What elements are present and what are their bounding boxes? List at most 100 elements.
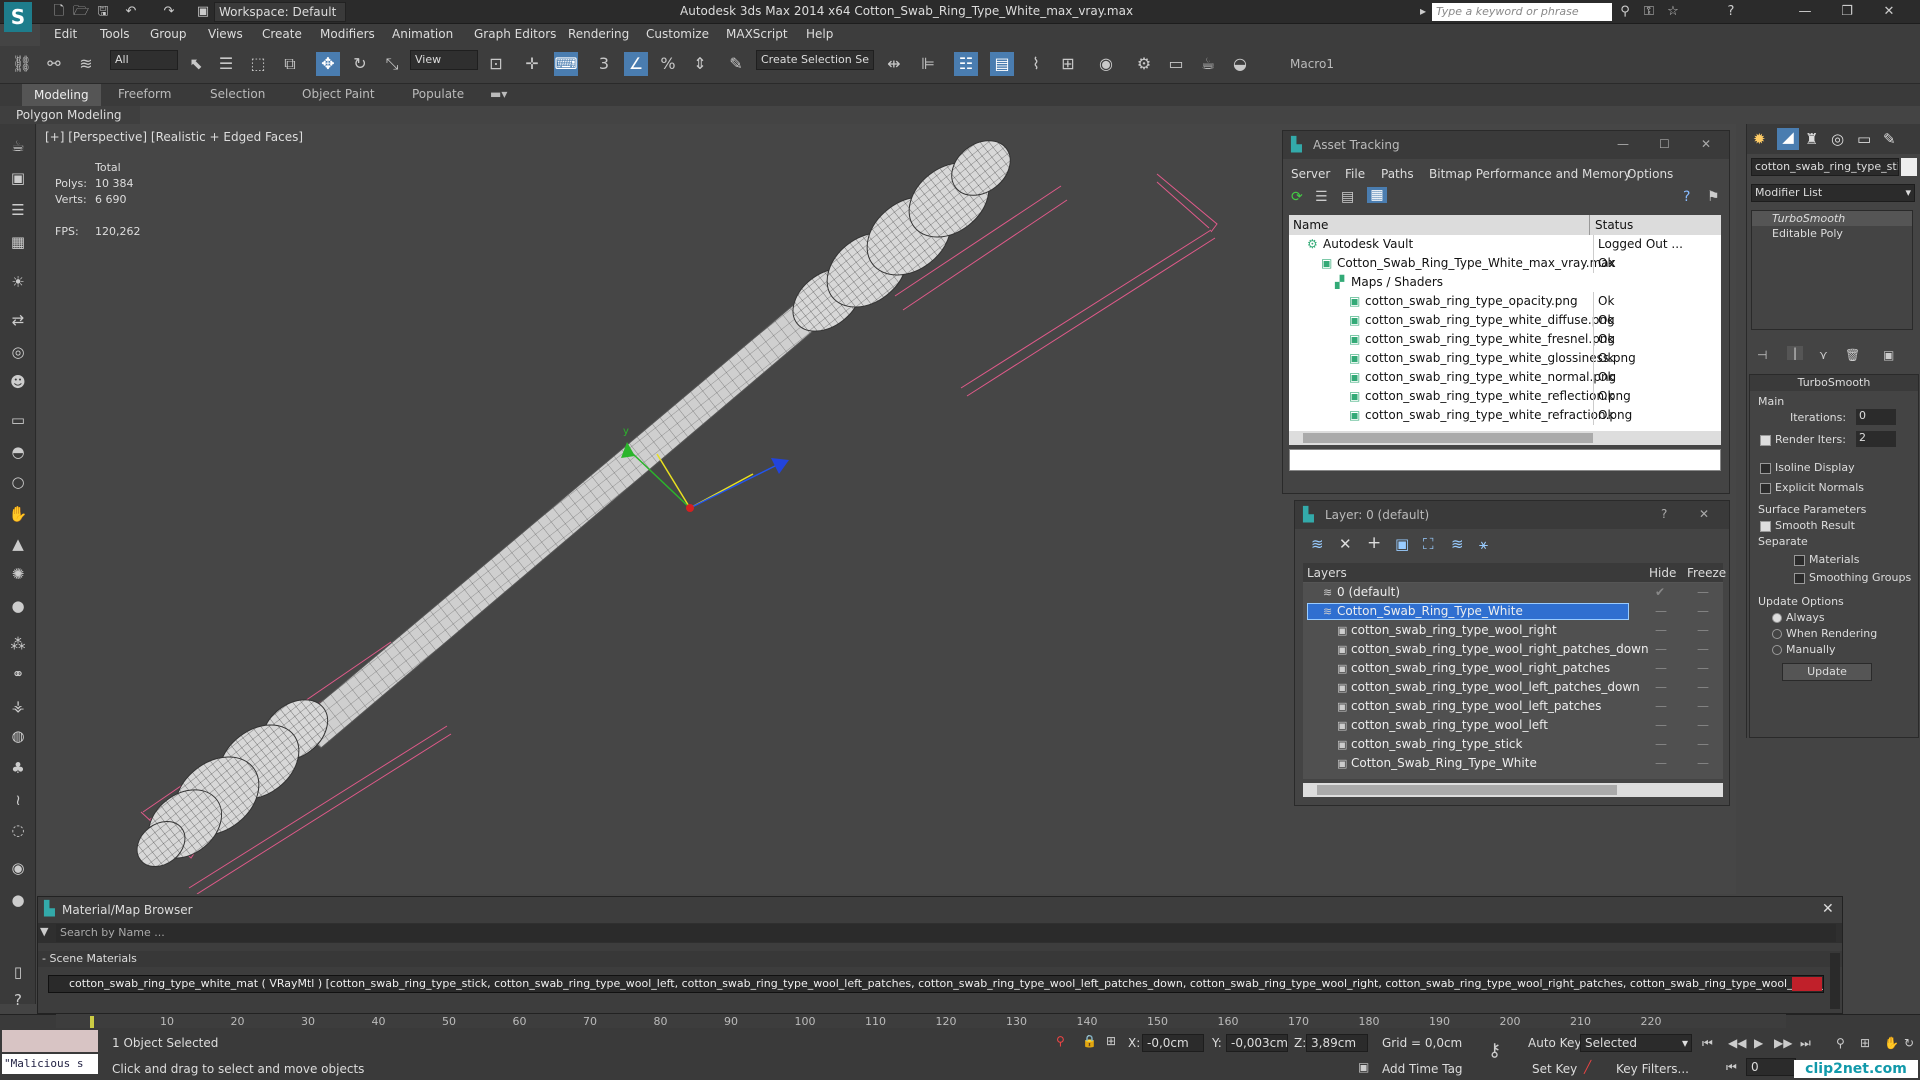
new-layer-icon[interactable]: ≋ xyxy=(1311,535,1324,553)
options-menu-icon[interactable]: ▼ xyxy=(40,925,48,938)
time-slider[interactable] xyxy=(90,1016,94,1028)
goto-start-icon[interactable]: ⏮ xyxy=(1702,1036,1713,1051)
swab-stick[interactable] xyxy=(294,301,820,749)
hair-icon[interactable]: ≀ xyxy=(6,788,30,812)
asset-path-field[interactable] xyxy=(1289,449,1721,471)
molecule-icon[interactable]: ⚭ xyxy=(6,662,30,686)
freeze-toggle[interactable]: — xyxy=(1697,659,1709,678)
macro-label[interactable]: Macro1 xyxy=(1290,57,1334,71)
select-link-icon[interactable]: ⛓ xyxy=(10,52,34,76)
iterations-spinner[interactable]: 0 xyxy=(1856,409,1896,425)
hierarchy-tab-icon[interactable]: ♜ xyxy=(1805,130,1818,148)
asset-row[interactable]: ▣ cotton_swab_ring_type_opacity.png Ok xyxy=(1289,292,1721,311)
set-key-icon[interactable]: ⚷ xyxy=(1488,1040,1501,1061)
explicit-normals-checkbox[interactable]: Explicit Normals xyxy=(1760,481,1864,494)
refresh-icon[interactable]: ⟳ xyxy=(1291,189,1303,205)
menu-modifiers[interactable]: Modifiers xyxy=(320,27,375,41)
key-mode-dropdown[interactable]: Selected ▾ xyxy=(1580,1034,1692,1052)
smooth-result-checkbox[interactable]: Smooth Result xyxy=(1760,519,1855,532)
restore-icon[interactable]: ❐ xyxy=(1838,3,1856,21)
modifier-list-dropdown[interactable]: Modifier List ▾ xyxy=(1751,184,1915,202)
render-iters-checkbox[interactable]: Render Iters: xyxy=(1760,433,1846,446)
grid-view-icon[interactable]: ▦ xyxy=(1367,187,1387,203)
document-icon[interactable]: ▯ xyxy=(6,960,30,984)
window-crossing-icon[interactable]: ⧉ xyxy=(278,52,302,76)
list-view-icon[interactable]: ☰ xyxy=(1315,189,1328,205)
tab-modeling[interactable]: Modeling xyxy=(22,84,101,106)
hide-toggle[interactable]: — xyxy=(1655,678,1667,697)
rendered-frame-icon[interactable]: ▭ xyxy=(1164,52,1188,76)
display-tab-icon[interactable]: ▭ xyxy=(1857,130,1871,148)
layer-row[interactable]: ▣ cotton_swab_ring_type_wool_left_patches… xyxy=(1303,678,1723,697)
asset-row[interactable]: ▣ cotton_swab_ring_type_white_diffuse.png… xyxy=(1289,311,1721,330)
bind-space-warp-icon[interactable]: ≋ xyxy=(74,52,98,76)
lock-icon[interactable]: 🔒 xyxy=(1082,1034,1097,1048)
hide-toggle[interactable]: — xyxy=(1655,659,1667,678)
timeline-ruler[interactable] xyxy=(56,1014,1786,1028)
col-status[interactable]: Status xyxy=(1595,218,1633,232)
selection-filter-dropdown[interactable]: All xyxy=(110,50,178,70)
freeze-toggle[interactable]: — xyxy=(1697,583,1709,602)
list-icon[interactable]: ☰ xyxy=(6,198,30,222)
schematic-view-icon[interactable]: ⊞ xyxy=(1056,52,1080,76)
select-object-icon[interactable]: ⬉ xyxy=(184,52,208,76)
asset-row[interactable]: ▣ Cotton_Swab_Ring_Type_White_max_vray.ma… xyxy=(1289,254,1721,273)
material-vscrollbar[interactable] xyxy=(1830,953,1840,1009)
render-setup-icon[interactable]: ⚙ xyxy=(1132,52,1156,76)
mirror-icon[interactable]: ⇹ xyxy=(882,52,906,76)
circle-icon[interactable]: ○ xyxy=(6,470,30,494)
object-color-swatch[interactable] xyxy=(1901,158,1917,176)
asset-row[interactable]: ▣ cotton_swab_ring_type_white_refraction.… xyxy=(1289,406,1721,425)
isolate-icon[interactable]: ⚲ xyxy=(1056,1034,1065,1048)
open-file-icon[interactable]: 🗁 xyxy=(72,3,90,21)
zoom-all-icon[interactable]: ⊞ xyxy=(1860,1036,1870,1050)
materials-checkbox[interactable]: Materials xyxy=(1794,553,1859,566)
tab-freeform[interactable]: Freeform xyxy=(118,87,171,101)
hide-toggle[interactable]: — xyxy=(1655,754,1667,773)
tag-icon[interactable]: ⚑ xyxy=(1707,189,1720,205)
at-menu-paths[interactable]: Paths xyxy=(1381,167,1414,181)
hide-toggle[interactable]: — xyxy=(1655,602,1667,621)
ball-icon[interactable]: ◉ xyxy=(6,856,30,880)
current-layer-check-icon[interactable]: ✔ xyxy=(1655,583,1665,602)
at-menu-bitmap-performance[interactable]: Bitmap Performance and Memory xyxy=(1429,167,1631,181)
layer-row[interactable]: ≋ Cotton_Swab_Ring_Type_White — — xyxy=(1303,602,1723,621)
pan-icon[interactable]: ✋ xyxy=(1884,1036,1899,1050)
freeze-toggle[interactable]: — xyxy=(1697,754,1709,773)
configure-sets-icon[interactable]: ▣ xyxy=(1883,348,1894,362)
modify-tab-icon[interactable]: ◢ xyxy=(1777,128,1799,150)
menu-graph-editors[interactable]: Graph Editors xyxy=(474,27,556,41)
new-file-icon[interactable]: 🗋 xyxy=(50,3,68,21)
dome-icon[interactable]: ◓ xyxy=(6,440,30,464)
redo-icon[interactable]: ↷ xyxy=(160,3,178,21)
key-filters-button[interactable]: Key Filters... xyxy=(1616,1062,1689,1076)
network-icon[interactable]: ⚶ xyxy=(6,694,30,718)
asset-hscroll-thumb[interactable] xyxy=(1303,433,1593,443)
menu-create[interactable]: Create xyxy=(262,27,302,41)
col-hide[interactable]: Hide xyxy=(1649,566,1676,580)
asset-hscrollbar[interactable] xyxy=(1289,431,1721,445)
sun-icon[interactable]: ✺ xyxy=(6,562,30,586)
at-menu-file[interactable]: File xyxy=(1345,167,1365,181)
help-circle-icon[interactable]: ? xyxy=(6,988,30,1012)
add-time-tag[interactable]: Add Time Tag xyxy=(1382,1062,1463,1076)
layer-row[interactable]: ▣ cotton_swab_ring_type_wool_left_patches… xyxy=(1303,697,1723,716)
prev-frame-icon[interactable]: ◀◀ xyxy=(1728,1036,1746,1050)
manipulate-icon[interactable]: ✛ xyxy=(520,52,544,76)
listener-pink-box[interactable] xyxy=(2,1030,98,1052)
layer-row[interactable]: ▣ cotton_swab_ring_type_stick — — xyxy=(1303,735,1723,754)
curve-editor-icon[interactable]: ⌇ xyxy=(1024,52,1048,76)
col-layers[interactable]: Layers xyxy=(1307,566,1347,580)
search-expand-icon[interactable]: ▸ xyxy=(1420,4,1426,18)
select-by-name-icon[interactable]: ☰ xyxy=(214,52,238,76)
orbit-icon[interactable]: ↻ xyxy=(1904,1036,1914,1050)
menu-maxscript[interactable]: MAXScript xyxy=(726,27,788,41)
pin-stack-icon[interactable]: ⊣ xyxy=(1757,348,1767,362)
undo-icon[interactable]: ↶ xyxy=(122,3,140,21)
close-icon[interactable]: ✕ xyxy=(1880,3,1898,21)
next-frame-icon[interactable]: ▶▶ xyxy=(1774,1036,1792,1050)
close-icon[interactable]: ✕ xyxy=(1699,507,1709,521)
make-unique-icon[interactable]: ⋎ xyxy=(1819,348,1828,362)
minimize-icon[interactable]: — xyxy=(1796,3,1814,21)
teapot-icon[interactable]: ☕ xyxy=(6,134,30,158)
